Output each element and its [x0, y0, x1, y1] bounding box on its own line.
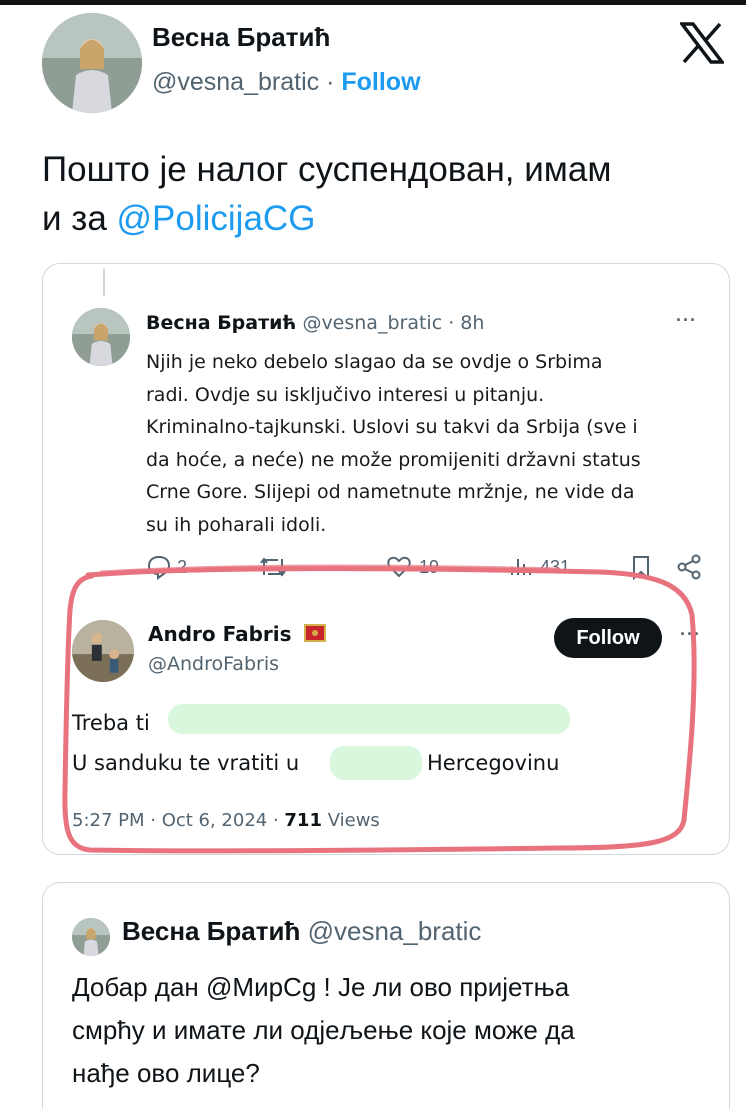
bottom-header: Весна Братић @vesna_bratic: [122, 916, 481, 947]
bottom-line-3: нађе ово лице?: [72, 1058, 260, 1088]
bottom-line-2: смрћу и имате ли одјељење које може да: [72, 1015, 575, 1045]
bottom-handle[interactable]: @vesna_bratic: [308, 916, 482, 946]
bottom-name[interactable]: Весна Братић: [122, 916, 300, 946]
bottom-line-1: Добар дан @МирСg ! Је ли ово пријетња: [72, 972, 570, 1002]
bottom-tweet-text: Добар дан @МирСg ! Је ли ово пријетња см…: [72, 966, 575, 1095]
bottom-avatar[interactable]: [72, 918, 110, 956]
bottom-photo: [72, 918, 110, 956]
